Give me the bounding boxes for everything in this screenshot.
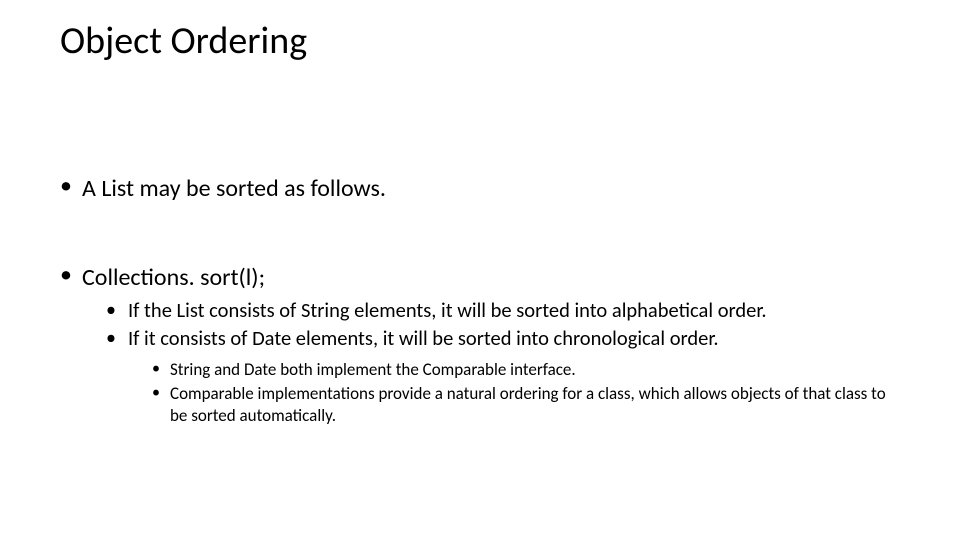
bullet-subsublist: String and Date both implement the Compa… [128,359,900,427]
bullet-item-2-2-1: String and Date both implement the Compa… [152,359,900,381]
bullet-item-2-2: If it consists of Date elements, it will… [106,326,900,428]
bullet-text: If the List consists of String elements,… [128,297,767,323]
bullet-text: String and Date both implement the Compa… [170,359,576,380]
bullet-item-2-1: If the List consists of String elements,… [106,298,900,324]
bullet-item-2-2-2: Comparable implementations provide a nat… [152,383,900,427]
bullet-text: If it consists of Date elements, it will… [128,325,719,351]
slide: Object Ordering A List may be sorted as … [0,0,960,540]
bullet-sublist: If the List consists of String elements,… [82,298,900,428]
slide-title: Object Ordering [60,18,900,64]
bullet-item-2: Collections. sort(l); If the List consis… [60,263,900,428]
bullet-text: A List may be sorted as follows. [82,174,386,203]
bullet-list: A List may be sorted as follows. Collect… [60,174,900,428]
bullet-text: Comparable implementations provide a nat… [170,383,886,426]
bullet-text: Collections. sort(l); [82,263,265,292]
bullet-item-1: A List may be sorted as follows. [60,174,900,203]
